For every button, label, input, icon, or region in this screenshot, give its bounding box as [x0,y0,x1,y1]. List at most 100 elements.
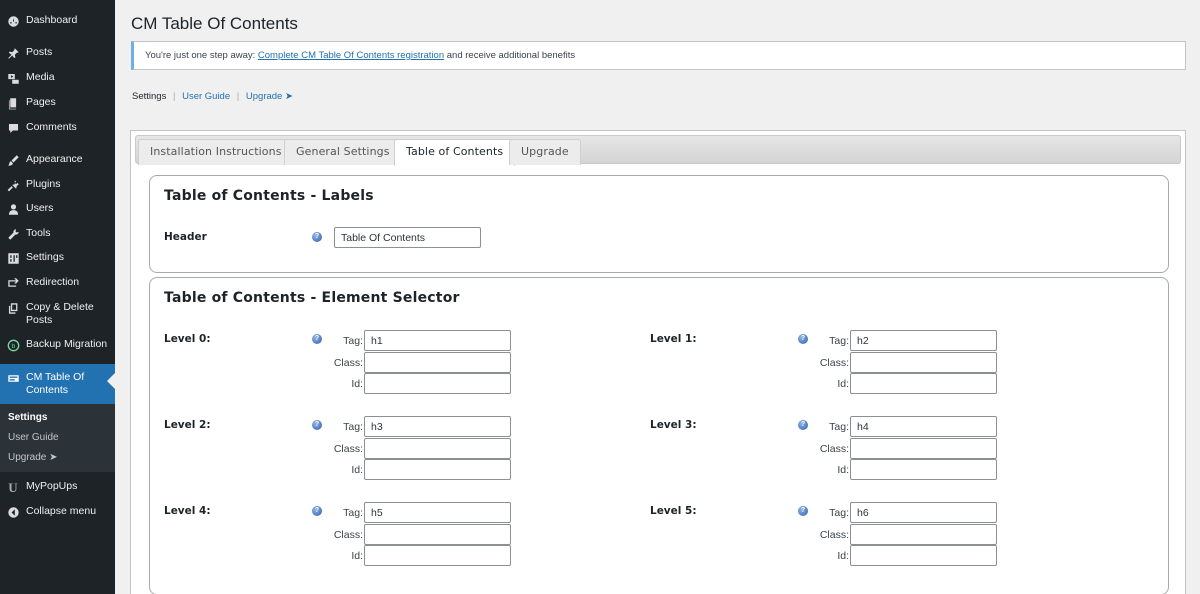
subnav-separator: | [236,91,240,102]
menu-label: Comments [26,121,77,133]
id-input[interactable] [850,459,997,480]
class-input[interactable] [364,438,511,459]
level-label: Level 3: [650,419,697,431]
registration-link[interactable]: Complete CM Table Of Contents registrati… [258,50,444,61]
media-icon [6,71,20,85]
user-icon [6,202,20,216]
menu-media[interactable]: Media [0,71,115,85]
subnav-settings[interactable]: Settings [132,91,166,102]
subnav-separator: | [172,91,176,102]
menu-plugins[interactable]: Plugins [0,178,115,192]
menu-redirection[interactable]: Redirection [0,276,115,290]
submenu-user-guide[interactable]: User Guide [8,432,59,443]
menu-backup-migration[interactable]: b Backup Migration [0,338,115,352]
id-input[interactable] [850,545,997,566]
redirect-icon [6,276,20,290]
svg-text:b: b [11,343,15,350]
dashboard-icon [6,14,20,28]
menu-tools[interactable]: Tools [0,227,115,241]
tab-installation-instructions[interactable]: Installation Instructions [138,139,294,165]
menu-label: Plugins [26,178,61,190]
active-indicator [107,373,115,389]
tag-input[interactable] [850,330,997,351]
tag-input[interactable] [364,502,511,523]
settings-panel: Installation Instructions General Settin… [130,130,1186,594]
class-input[interactable] [850,438,997,459]
tab-table-of-contents[interactable]: Table of Contents [394,139,516,166]
section-title: Table of Contents - Labels [164,188,374,204]
submenu: Settings User Guide Upgrade ➤ [0,404,115,472]
menu-copy-delete-posts[interactable]: Copy & Delete Posts [0,301,115,327]
tag-input[interactable] [364,330,511,351]
menu-mypopups[interactable]: U MyPopUps [0,480,115,494]
pin-icon [6,46,20,60]
id-label: Id: [837,464,849,476]
element-selector-section: Table of Contents - Element Selector Lev… [149,277,1169,594]
menu-label: Backup Migration [26,338,108,350]
tag-label: Tag: [829,507,849,519]
class-label: Class: [333,357,363,369]
settings-icon [6,251,20,265]
popup-icon: U [8,479,18,495]
help-icon[interactable]: ? [312,232,322,242]
admin-sidebar: Dashboard Posts Media Pages Comments App… [0,0,115,594]
submenu-upgrade[interactable]: Upgrade ➤ [8,452,58,463]
menu-appearance[interactable]: Appearance [0,153,115,167]
page-title: CM Table Of Contents [131,14,298,33]
brush-icon [6,153,20,167]
toc-icon [6,371,20,385]
header-input[interactable] [334,227,481,248]
level-label: Level 4: [164,505,211,517]
tag-input[interactable] [850,416,997,437]
menu-cm-table-of-contents[interactable]: CM Table Of Contents [0,364,115,404]
class-label: Class: [333,529,363,541]
id-input[interactable] [364,373,511,394]
menu-label: MyPopUps [26,480,78,492]
class-label: Class: [333,443,363,455]
class-input[interactable] [850,524,997,545]
labels-section: Table of Contents - Labels Header ? [149,175,1169,273]
backup-icon: b [6,338,20,352]
menu-posts[interactable]: Posts [0,46,115,60]
wrench-icon [6,227,20,241]
menu-pages[interactable]: Pages [0,96,115,110]
class-label: Class: [819,529,849,541]
tag-label: Tag: [343,507,363,519]
menu-label: Users [26,202,54,214]
header-label: Header [164,231,207,243]
tag-label: Tag: [829,335,849,347]
class-input[interactable] [364,524,511,545]
tag-label: Tag: [343,335,363,347]
tab-general-settings[interactable]: General Settings [284,139,402,165]
subnav-user-guide[interactable]: User Guide [182,91,230,102]
menu-settings[interactable]: Settings [0,251,115,265]
menu-label: Copy & Delete Posts [26,301,94,326]
submenu-settings[interactable]: Settings [8,412,47,423]
notice-text: and receive additional benefits [444,50,576,61]
tag-input[interactable] [850,502,997,523]
id-label: Id: [351,464,363,476]
menu-comments[interactable]: Comments [0,121,115,135]
copy-icon [6,301,20,315]
id-label: Id: [837,378,849,390]
id-input[interactable] [364,459,511,480]
id-input[interactable] [364,545,511,566]
menu-label: Redirection [26,276,80,288]
tag-label: Tag: [829,421,849,433]
tag-input[interactable] [364,416,511,437]
section-title: Table of Contents - Element Selector [164,290,460,306]
notice-text: You're just one step away: [145,50,258,61]
menu-users[interactable]: Users [0,202,115,216]
plugin-subnav: Settings | User Guide | Upgrade ➤ [132,91,293,102]
class-input[interactable] [850,352,997,373]
id-label: Id: [837,550,849,562]
class-input[interactable] [364,352,511,373]
menu-collapse[interactable]: Collapse menu [0,505,115,519]
id-input[interactable] [850,373,997,394]
tab-upgrade[interactable]: Upgrade [509,139,581,165]
subnav-upgrade[interactable]: Upgrade ➤ [246,91,293,102]
menu-dashboard[interactable]: Dashboard [0,14,115,28]
tag-label: Tag: [343,421,363,433]
collapse-icon [6,505,20,519]
plug-icon [6,178,20,192]
